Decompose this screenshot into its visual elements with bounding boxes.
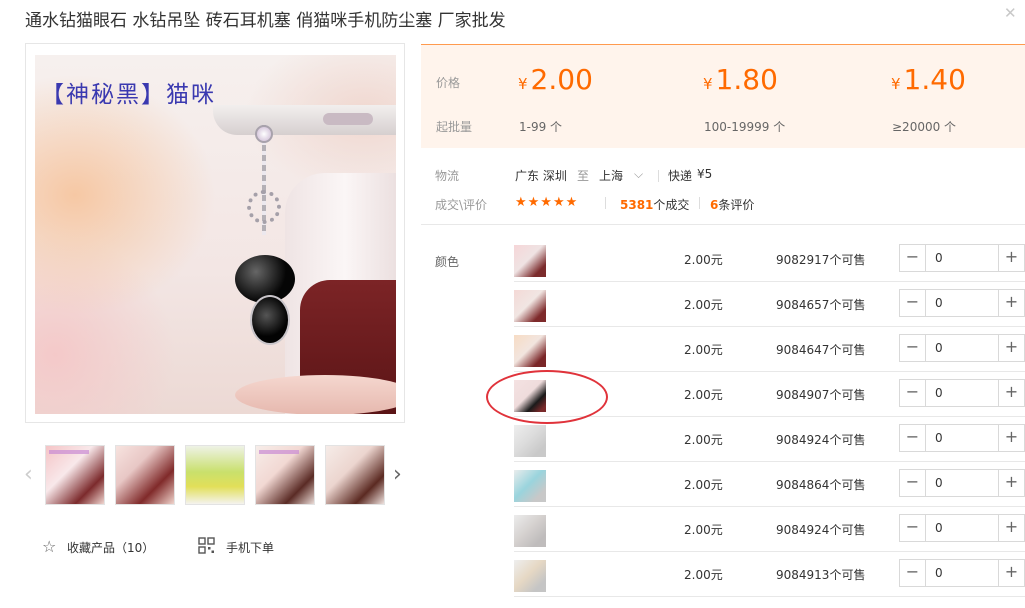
- deals-label: 成交\评价: [435, 198, 488, 212]
- quantity-stepper: − +: [899, 379, 1025, 407]
- price-tier-1-range: 1-99 个: [519, 120, 563, 134]
- price-label: 价格: [436, 76, 461, 90]
- sku-row: 2.00元 9084913个可售 − +: [514, 552, 1025, 597]
- logistics-label: 物流: [435, 169, 460, 183]
- quantity-input[interactable]: [927, 470, 997, 496]
- shipping-fee: ¥5: [697, 167, 713, 181]
- increment-button[interactable]: +: [998, 425, 1024, 451]
- favorite-button[interactable]: 收藏产品（10）: [67, 539, 154, 556]
- gallery-thumbnail[interactable]: [115, 445, 175, 505]
- quantity-stepper: − +: [899, 424, 1025, 452]
- ship-to-word: 至: [577, 169, 590, 183]
- quantity-stepper: − +: [899, 244, 1025, 272]
- close-icon[interactable]: ✕: [1004, 4, 1017, 22]
- quantity-input[interactable]: [927, 380, 997, 406]
- decrement-button[interactable]: −: [900, 290, 926, 316]
- decrement-button[interactable]: −: [900, 560, 926, 586]
- increment-button[interactable]: +: [998, 470, 1024, 496]
- decrement-button[interactable]: −: [900, 335, 926, 361]
- sku-row: 2.00元 9084924个可售 − +: [514, 507, 1025, 552]
- sku-thumbnail[interactable]: [514, 290, 546, 322]
- increment-button[interactable]: +: [998, 335, 1024, 361]
- price-tier-2-range: 100-19999 个: [704, 120, 786, 134]
- sku-row: 2.00元 9084657个可售 − +: [514, 282, 1025, 327]
- chevron-left-icon[interactable]: ‹: [24, 462, 33, 487]
- quantity-input[interactable]: [927, 425, 997, 451]
- review-count[interactable]: 6条评价: [710, 196, 754, 213]
- rating-stars: ★★★★★: [515, 195, 579, 210]
- ship-to-select[interactable]: 上海: [599, 167, 623, 184]
- sku-row: 2.00元 9084864个可售 − +: [514, 462, 1025, 507]
- decrement-button[interactable]: −: [900, 425, 926, 451]
- main-image-frame: 【神秘黑】猫咪: [25, 43, 405, 423]
- sku-row: 2.00元 9084647个可售 − +: [514, 327, 1025, 372]
- price-panel: 价格 起批量 ¥2.00 1-99 个 ¥1.80 100-19999 个 ¥1…: [421, 44, 1025, 148]
- sku-thumbnail[interactable]: [514, 335, 546, 367]
- decrement-button[interactable]: −: [900, 515, 926, 541]
- quantity-input[interactable]: [927, 245, 997, 271]
- qr-code-icon[interactable]: [198, 537, 215, 554]
- increment-button[interactable]: +: [998, 515, 1024, 541]
- section-divider: [421, 224, 1025, 225]
- sku-thumbnail[interactable]: [514, 245, 546, 277]
- annotation-circle: [486, 370, 608, 424]
- gallery-thumbnail[interactable]: [185, 445, 245, 505]
- sku-thumbnail[interactable]: [514, 470, 546, 502]
- quantity-stepper: − +: [899, 559, 1025, 587]
- price-tier-3-range: ≥20000 个: [892, 120, 957, 134]
- increment-button[interactable]: +: [998, 290, 1024, 316]
- main-product-image[interactable]: 【神秘黑】猫咪: [35, 55, 396, 414]
- express-label: 快递: [668, 169, 693, 183]
- moq-label: 起批量: [436, 120, 473, 134]
- product-title: 通水钻猫眼石 水钻吊坠 砖石耳机塞 俏猫咪手机防尘塞 厂家批发: [25, 11, 506, 31]
- decrement-button[interactable]: −: [900, 245, 926, 271]
- gallery-thumbnail[interactable]: [45, 445, 105, 505]
- sku-thumbnail[interactable]: [514, 515, 546, 547]
- decrement-button[interactable]: −: [900, 380, 926, 406]
- charm-gem: [255, 125, 273, 143]
- quantity-stepper: − +: [899, 469, 1025, 497]
- quantity-input[interactable]: [927, 560, 997, 586]
- quantity-stepper: − +: [899, 514, 1025, 542]
- quantity-input[interactable]: [927, 290, 997, 316]
- increment-button[interactable]: +: [998, 380, 1024, 406]
- sku-thumbnail[interactable]: [514, 425, 546, 457]
- cat-charm-body: [250, 295, 290, 345]
- charm-flower: [247, 190, 281, 224]
- quantity-stepper: − +: [899, 289, 1025, 317]
- sku-row: 2.00元 9082917个可售 − +: [514, 237, 1025, 282]
- quantity-input[interactable]: [927, 335, 997, 361]
- quantity-stepper: − +: [899, 334, 1025, 362]
- quantity-input[interactable]: [927, 515, 997, 541]
- increment-button[interactable]: +: [998, 245, 1024, 271]
- star-outline-icon[interactable]: ☆: [42, 537, 56, 556]
- image-caption: 【神秘黑】猫咪: [41, 82, 216, 108]
- gallery-thumbnail[interactable]: [325, 445, 385, 505]
- price-tier-2: ¥1.80: [703, 63, 778, 96]
- sales-count[interactable]: 5381个成交: [620, 196, 689, 213]
- chevron-right-icon[interactable]: ›: [393, 462, 402, 487]
- phone-illustration: [213, 105, 396, 135]
- gallery-thumbnail[interactable]: [255, 445, 315, 505]
- increment-button[interactable]: +: [998, 560, 1024, 586]
- decrement-button[interactable]: −: [900, 470, 926, 496]
- price-tier-3: ¥1.40: [891, 63, 966, 96]
- ship-from: 广东 深圳: [515, 169, 567, 183]
- price-tier-1: ¥2.00: [518, 63, 593, 96]
- color-label: 颜色: [435, 255, 460, 269]
- sku-row: 2.00元 9084924个可售 − +: [514, 417, 1025, 462]
- sku-thumbnail[interactable]: [514, 560, 546, 592]
- chevron-down-icon[interactable]: ⌵: [634, 167, 643, 182]
- mobile-order-button[interactable]: 手机下单: [226, 539, 274, 556]
